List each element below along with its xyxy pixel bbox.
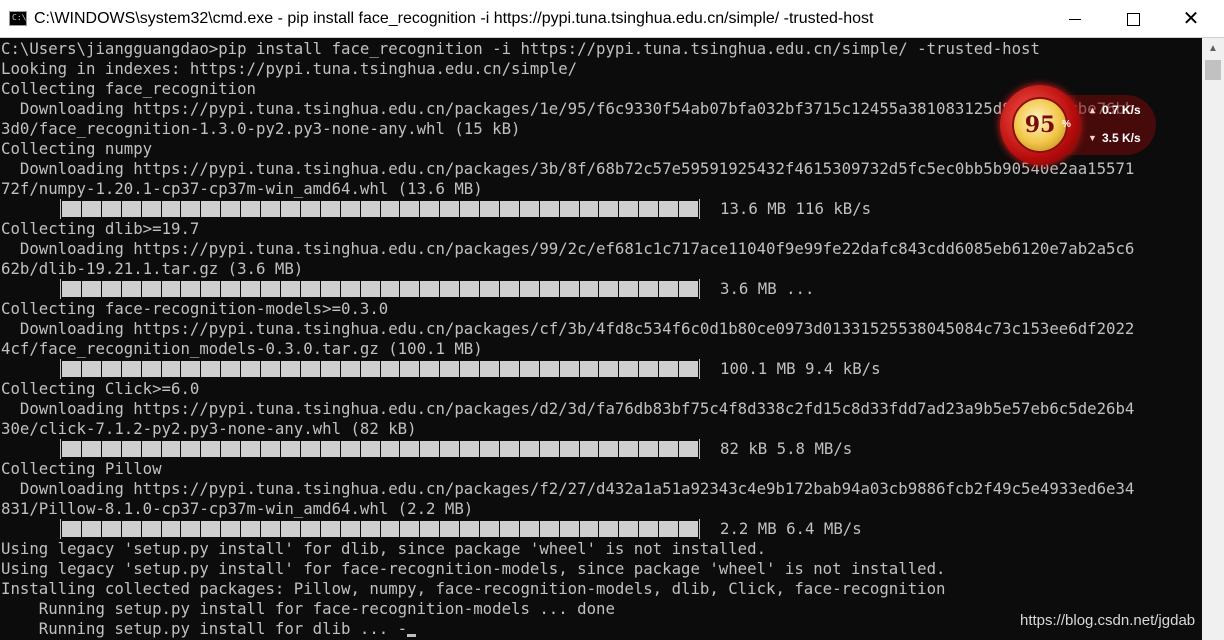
progress-bar [60,279,700,299]
console-line: 72f/numpy-1.20.1-cp37-cp37m-win_amd64.wh… [1,179,483,198]
title-bar[interactable]: C:\. C:\WINDOWS\system32\cmd.exe - pip i… [0,0,1224,38]
cmd-app-icon[interactable]: C:\. [9,11,31,26]
minimize-button[interactable] [1046,0,1104,38]
console-line: Collecting face-recognition-models>=0.3.… [1,299,389,318]
vertical-scrollbar[interactable]: ▲ [1202,38,1224,640]
console-line: Looking in indexes: https://pypi.tuna.ts… [1,59,578,78]
console-line: C:\Users\jiangguangdao>pip install face_… [1,39,1040,58]
progress-label: 13.6 MB 116 kB/s [720,199,872,218]
console-line: Downloading https://pypi.tuna.tsinghua.e… [1,159,1135,178]
console-line: Downloading https://pypi.tuna.tsinghua.e… [1,399,1135,418]
console-line: 831/Pillow-8.1.0-cp37-cp37m-win_amd64.wh… [1,499,474,518]
close-icon: ✕ [1182,8,1200,30]
console-line: Running setup.py install for face-recogn… [1,599,615,618]
progress-label: 3.6 MB ... [720,279,815,298]
console-line: Downloading https://pypi.tuna.tsinghua.e… [1,99,1135,118]
close-button[interactable]: ✕ [1162,0,1220,38]
watermark-url: https://blog.csdn.net/jgdab [1020,612,1196,629]
maximize-button[interactable] [1104,0,1162,38]
console-line: Running setup.py install for dlib ... - [1,619,417,639]
progress-bar [60,359,700,379]
maximize-icon [1126,12,1140,26]
console-line: 62b/dlib-19.21.1.tar.gz (3.6 MB) [1,259,304,278]
scrollbar-thumb[interactable] [1205,60,1221,80]
console-line: Downloading https://pypi.tuna.tsinghua.e… [1,239,1135,258]
progress-label: 100.1 MB 9.4 kB/s [720,359,881,378]
console-line: Collecting Pillow [1,459,162,478]
upload-speed: 0.7 K/s [1102,103,1141,117]
minimize-icon [1069,18,1081,20]
upload-arrow-icon: ▲ [1088,105,1097,115]
percent-sign: % [1062,119,1071,130]
scroll-up-arrow-icon[interactable]: ▲ [1202,38,1224,58]
console-line: Collecting Click>=6.0 [1,379,200,398]
download-arrow-icon: ▼ [1088,133,1097,143]
console-line: Installing collected packages: Pillow, n… [1,579,946,598]
console-line: Using legacy 'setup.py install' for dlib… [1,539,767,558]
network-speed-widget[interactable]: 95 % ▲ 0.7 K/s ▼ 3.5 K/s [1000,85,1158,165]
progress-bar [60,439,700,459]
console-line: 30e/click-7.1.2-py2.py3-none-any.whl (82… [1,419,417,438]
cmd-app-icon-text: C:\. [12,13,32,22]
console-line: Downloading https://pypi.tuna.tsinghua.e… [1,319,1135,338]
console-line: Collecting face_recognition [1,79,257,98]
progress-label: 82 kB 5.8 MB/s [720,439,853,458]
window-title: C:\WINDOWS\system32\cmd.exe - pip instal… [34,10,874,27]
progress-label: 2.2 MB 6.4 MB/s [720,519,862,538]
console-line: 4cf/face_recognition_models-0.3.0.tar.gz… [1,339,483,358]
progress-bar [60,519,700,539]
percent-ring: 95 [1012,97,1068,153]
console-line: Collecting numpy [1,139,153,158]
console-line: 3d0/face_recognition-1.3.0-py2.py3-none-… [1,119,521,138]
text-cursor [407,634,417,637]
percent-value: 95 [1024,112,1056,138]
console-line: Downloading https://pypi.tuna.tsinghua.e… [1,479,1135,498]
download-speed: 3.5 K/s [1102,131,1141,145]
console-line: Using legacy 'setup.py install' for face… [1,559,946,578]
progress-bar [60,199,700,219]
console-line: Collecting dlib>=19.7 [1,219,200,238]
